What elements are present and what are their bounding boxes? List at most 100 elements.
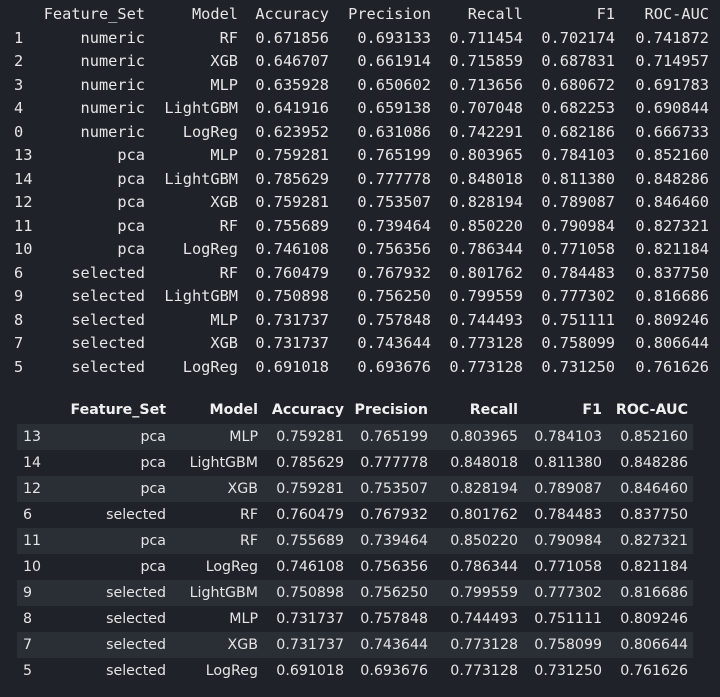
text-cell-accuracy: 0.755689 <box>255 216 329 235</box>
table-cell-model: LightGBM <box>171 580 263 606</box>
text-cell-f1: 0.682253 <box>541 99 615 117</box>
text-cell-f1: 0.731250 <box>541 357 615 376</box>
text-cell-accuracy: 0.623952 <box>255 122 329 141</box>
text-header-precision: Precision <box>348 5 431 23</box>
table-cell-roc-auc: 0.852160 <box>607 424 693 450</box>
text-cell-feature-set: selected <box>71 334 145 352</box>
table-cell-f1: 0.790984 <box>523 528 607 554</box>
text-cell-index: 14 <box>14 169 33 188</box>
text-cell-model: LogReg <box>182 122 238 141</box>
table-cell-precision: 0.693676 <box>349 658 433 684</box>
text-cell-precision: 0.743644 <box>357 334 431 352</box>
text-header-row: Feature_Set Model Accuracy Precision Recall F… <box>0 3 720 27</box>
text-cell-accuracy: 0.746108 <box>255 240 329 258</box>
text-cell-accuracy: 0.671856 <box>255 28 329 47</box>
text-cell-accuracy: 0.641916 <box>255 99 329 117</box>
column-header-feature-set: Feature_Set <box>59 396 171 424</box>
column-header-precision: Precision <box>349 396 433 424</box>
row-index: 6 <box>17 502 59 528</box>
table-cell-roc-auc: 0.821184 <box>607 554 693 580</box>
table-row: 12 pca XGB 0.759281 0.753507 0.828194 0.789087… <box>17 476 693 502</box>
text-cell-index: 7 <box>14 334 24 352</box>
text-row: 14 pca LightGBM 0.785629 0.777778 0.848018 0.8… <box>0 168 720 192</box>
text-cell-precision: 0.650602 <box>357 75 431 94</box>
table-cell-roc-auc: 0.848286 <box>607 450 693 476</box>
text-row: 1 numeric RF 0.671856 0.693133 0.711454 0.7021… <box>0 27 720 51</box>
text-header-accuracy: Accuracy <box>255 5 329 23</box>
text-cell-feature-set: numeric <box>80 52 145 70</box>
text-row: 2 numeric XGB 0.646707 0.661914 0.715859 0.687… <box>0 50 720 74</box>
text-cell-accuracy: 0.646707 <box>255 52 329 70</box>
text-cell-model: RF <box>219 263 238 282</box>
table-row: 11 pca RF 0.755689 0.739464 0.850220 0.790984 0… <box>17 528 693 554</box>
text-row: 8 selected MLP 0.731737 0.757848 0.744493 0.75… <box>0 309 720 333</box>
text-cell-f1: 0.790984 <box>541 216 615 235</box>
text-row: 7 selected XGB 0.731737 0.743644 0.773128 0.75… <box>0 332 720 356</box>
table-cell-accuracy: 0.759281 <box>263 476 349 502</box>
text-cell-recall: 0.828194 <box>449 193 523 211</box>
table-cell-recall: 0.850220 <box>433 528 523 554</box>
text-cell-recall: 0.773128 <box>449 334 523 352</box>
table-cell-model: XGB <box>171 476 263 502</box>
table-cell-roc-auc: 0.837750 <box>607 502 693 528</box>
text-cell-feature-set: pca <box>117 146 145 164</box>
text-cell-f1: 0.811380 <box>541 169 615 188</box>
table-cell-recall: 0.803965 <box>433 424 523 450</box>
text-cell-model: LightGBM <box>164 287 238 305</box>
text-header-f1: F1 <box>596 5 615 23</box>
table-cell-f1: 0.789087 <box>523 476 607 502</box>
text-cell-f1: 0.758099 <box>541 334 615 352</box>
table-cell-recall: 0.773128 <box>433 658 523 684</box>
text-cell-model: MLP <box>210 146 238 164</box>
text-cell-model: RF <box>219 216 238 235</box>
table-cell-model: XGB <box>171 632 263 658</box>
text-cell-precision: 0.757848 <box>357 310 431 329</box>
table-cell-roc-auc: 0.846460 <box>607 476 693 502</box>
text-cell-feature-set: pca <box>117 240 145 258</box>
text-row: 12 pca XGB 0.759281 0.753507 0.828194 0.789087… <box>0 191 720 215</box>
text-row: 3 numeric MLP 0.635928 0.650602 0.713656 0.680… <box>0 74 720 98</box>
text-cell-roc-auc: 0.691783 <box>635 75 709 94</box>
text-cell-accuracy: 0.785629 <box>255 169 329 188</box>
text-cell-accuracy: 0.691018 <box>255 357 329 376</box>
text-cell-model: RF <box>219 28 238 47</box>
text-cell-accuracy: 0.759281 <box>255 146 329 164</box>
table-cell-precision: 0.756356 <box>349 554 433 580</box>
table-row: 10 pca LogReg 0.746108 0.756356 0.786344 0.771… <box>17 554 693 580</box>
text-row: 5 selected LogReg 0.691018 0.693676 0.773128 0… <box>0 356 720 380</box>
text-cell-f1: 0.680672 <box>541 75 615 94</box>
text-cell-index: 8 <box>14 310 24 329</box>
table-cell-f1: 0.811380 <box>523 450 607 476</box>
text-cell-index: 13 <box>14 146 33 164</box>
text-row: 10 pca LogReg 0.746108 0.756356 0.786344 0.771… <box>0 238 720 262</box>
text-cell-model: LightGBM <box>164 99 238 117</box>
text-cell-feature-set: selected <box>71 287 145 305</box>
table-body: 13 pca MLP 0.759281 0.765199 0.803965 0.784103… <box>17 424 693 684</box>
text-cell-recall: 0.715859 <box>449 52 523 70</box>
text-row: 6 selected RF 0.760479 0.767932 0.801762 0.784… <box>0 262 720 286</box>
text-cell-model: LogReg <box>182 357 238 376</box>
text-cell-index: 0 <box>14 122 24 141</box>
table-cell-f1: 0.784483 <box>523 502 607 528</box>
text-cell-index: 11 <box>14 216 33 235</box>
text-cell-f1: 0.777302 <box>541 287 615 305</box>
table-cell-recall: 0.828194 <box>433 476 523 502</box>
text-cell-accuracy: 0.750898 <box>255 287 329 305</box>
table-row: 6 selected RF 0.760479 0.767932 0.801762 0.784… <box>17 502 693 528</box>
text-cell-index: 4 <box>14 99 24 117</box>
table-cell-feature-set: selected <box>59 658 171 684</box>
row-index: 9 <box>17 580 59 606</box>
text-cell-f1: 0.682186 <box>541 122 615 141</box>
table-cell-model: LightGBM <box>171 450 263 476</box>
text-cell-model: XGB <box>210 52 238 70</box>
text-cell-f1: 0.702174 <box>541 28 615 47</box>
table-cell-feature-set: pca <box>59 528 171 554</box>
table-cell-feature-set: pca <box>59 424 171 450</box>
table-cell-roc-auc: 0.806644 <box>607 632 693 658</box>
table-cell-model: LogReg <box>171 658 263 684</box>
text-cell-precision: 0.765199 <box>357 146 431 164</box>
text-cell-roc-auc: 0.821184 <box>635 240 709 258</box>
text-row: 0 numeric LogReg 0.623952 0.631086 0.742291 0.… <box>0 121 720 145</box>
row-index: 12 <box>17 476 59 502</box>
column-header-recall: Recall <box>433 396 523 424</box>
